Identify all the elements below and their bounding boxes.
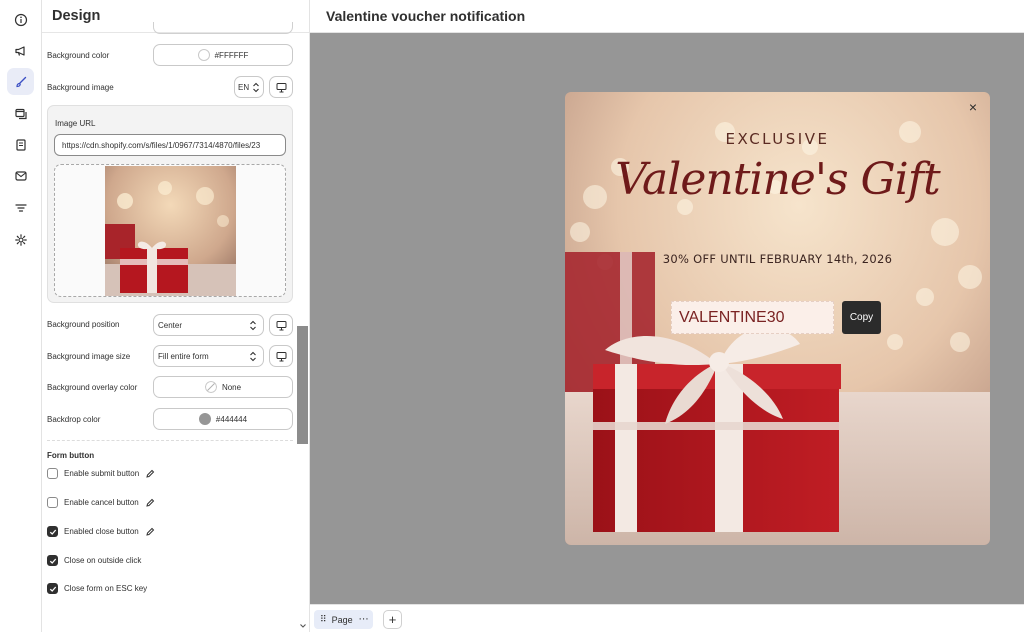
background-overlay-color-label: Background overlay color: [47, 383, 138, 392]
drag-handle-icon[interactable]: ⠿: [320, 614, 327, 625]
design-panel: Design Background color #FFFFFF Backgrou…: [42, 0, 310, 632]
panel-scrollbar-thumb[interactable]: [297, 326, 308, 444]
chevron-updown-icon: [250, 351, 256, 362]
section-divider: [47, 440, 293, 441]
scrolled-field-edge: [153, 22, 293, 34]
background-image-label: Background image: [47, 83, 114, 92]
background-image-size-value: Fill entire form: [158, 351, 209, 361]
check-icon: [49, 586, 56, 592]
background-color-label: Background color: [47, 51, 110, 60]
editor-topbar: Valentine voucher notification: [310, 0, 1024, 33]
locale-value: EN: [238, 82, 250, 92]
background-image-size-select[interactable]: Fill entire form: [153, 345, 264, 367]
pencil-icon[interactable]: [145, 469, 155, 479]
megaphone-icon[interactable]: [7, 37, 34, 64]
enable-submit-button-option[interactable]: Enable submit button: [47, 468, 155, 479]
background-position-select[interactable]: Center: [153, 314, 264, 336]
background-color-picker[interactable]: #FFFFFF: [153, 44, 293, 66]
pencil-icon[interactable]: [145, 498, 155, 508]
option-label: Enable submit button: [64, 469, 140, 478]
popup-eyebrow: EXCLUSIVE: [725, 130, 830, 148]
enable-cancel-button-option[interactable]: Enable cancel button: [47, 497, 155, 508]
icon-rail: [0, 0, 42, 632]
gear-icon[interactable]: [7, 226, 34, 253]
chevron-updown-icon: [250, 320, 256, 331]
copy-code-button[interactable]: Copy: [842, 301, 881, 334]
checkbox-checked[interactable]: [47, 583, 58, 594]
desktop-device-button[interactable]: [269, 345, 293, 367]
close-on-outside-click-option[interactable]: Close on outside click: [47, 555, 141, 566]
page-tab-label: Page: [331, 614, 353, 625]
page-bar: ⠿ Page ⋯ +: [310, 604, 1024, 632]
filter-icon[interactable]: [7, 194, 34, 221]
option-label: Close form on ESC key: [64, 584, 148, 593]
background-color-value: #FFFFFF: [214, 50, 249, 60]
form-icon[interactable]: [7, 131, 34, 158]
image-url-input[interactable]: https://cdn.shopify.com/s/files/1/0967/7…: [54, 134, 286, 156]
pencil-icon[interactable]: [145, 527, 155, 537]
background-image-card: Image URL https://cdn.shopify.com/s/file…: [47, 105, 293, 303]
background-image-thumbnail: [105, 166, 236, 296]
voucher-popup[interactable]: × EXCLUSIVE Valentine's Gift 30% OFF UNT…: [565, 92, 990, 545]
email-icon[interactable]: [7, 162, 34, 189]
checkbox-checked[interactable]: [47, 555, 58, 566]
chevron-updown-icon: [253, 82, 259, 93]
desktop-device-button[interactable]: [269, 314, 293, 336]
white-swatch: [197, 49, 210, 61]
checkbox[interactable]: [47, 468, 58, 479]
image-url-label: Image URL: [55, 119, 96, 128]
close-form-on-esc-option[interactable]: Close form on ESC key: [47, 583, 147, 594]
background-overlay-color-value: None: [221, 382, 242, 392]
form-title: Valentine voucher notification: [326, 8, 526, 24]
scroll-down-arrow-icon[interactable]: [299, 622, 307, 630]
backdrop-color-value: #444444: [215, 414, 248, 424]
add-page-button[interactable]: +: [383, 610, 402, 629]
background-position-label: Background position: [47, 320, 120, 329]
backdrop-color-picker[interactable]: #444444: [153, 408, 293, 430]
popup-headline: Valentine's Gift: [615, 154, 940, 205]
browser-windows-icon[interactable]: [7, 100, 34, 127]
desktop-icon: [276, 82, 286, 92]
more-options-icon[interactable]: ⋯: [359, 614, 369, 625]
no-color-swatch-icon: [204, 381, 217, 393]
close-button[interactable]: ×: [965, 99, 981, 115]
option-label: Enable cancel button: [64, 498, 139, 507]
check-icon: [49, 529, 56, 535]
backdrop-color-label: Backdrop color: [47, 415, 101, 424]
background-position-value: Center: [158, 320, 183, 330]
popup-offer-text: 30% OFF UNTIL FEBRUARY 14th, 2026: [662, 252, 893, 266]
option-label: Close on outside click: [64, 556, 142, 565]
brush-icon[interactable]: [7, 68, 34, 95]
gray-swatch: [198, 413, 211, 425]
desktop-icon: [276, 351, 286, 361]
image-dropzone[interactable]: [54, 164, 286, 297]
background-overlay-color-picker[interactable]: None: [153, 376, 293, 398]
locale-select[interactable]: EN: [234, 76, 264, 98]
enabled-close-button-option[interactable]: Enabled close button: [47, 526, 155, 537]
background-image-size-label: Background image size: [47, 352, 131, 361]
checkbox-checked[interactable]: [47, 526, 58, 537]
desktop-icon: [276, 320, 286, 330]
page-tab[interactable]: ⠿ Page ⋯: [314, 610, 373, 629]
checkbox[interactable]: [47, 497, 58, 508]
option-label: Enabled close button: [64, 527, 139, 536]
check-icon: [49, 558, 56, 564]
info-icon[interactable]: [7, 6, 34, 33]
desktop-device-button[interactable]: [269, 76, 293, 98]
form-button-section-title: Form button: [47, 451, 95, 460]
voucher-code-field[interactable]: VALENTINE30: [671, 301, 834, 334]
panel-title: Design: [52, 8, 101, 24]
